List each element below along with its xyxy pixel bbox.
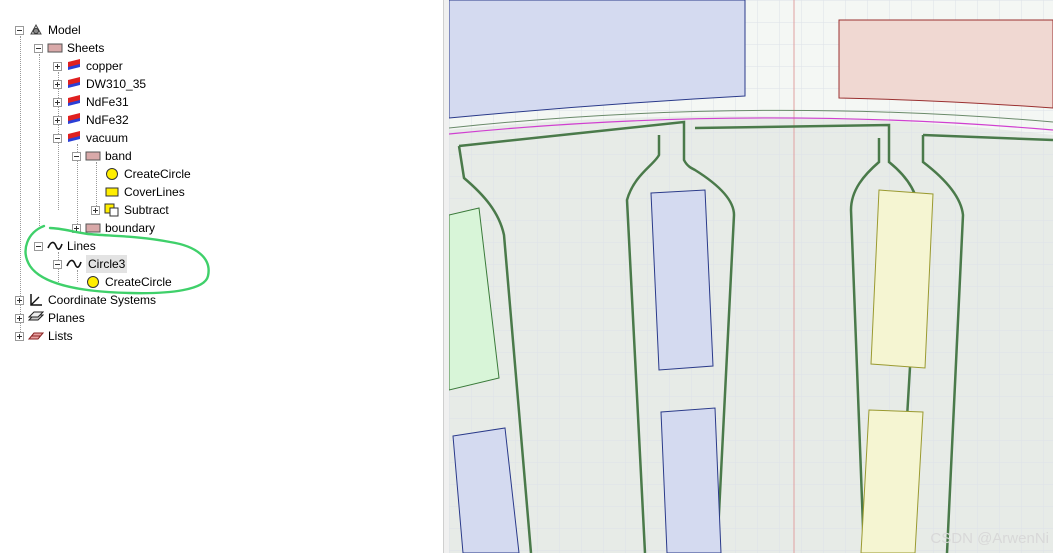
blue-coil xyxy=(650,189,714,371)
red-region xyxy=(838,19,1053,109)
watermark: CSDN @ArwenNi xyxy=(930,530,1049,547)
model-tree-panel: Model Sheets copper DW310_35 NdFe31 NdFe… xyxy=(0,0,443,553)
yellow-coil xyxy=(860,409,924,553)
model-viewport[interactable]: CSDN @ArwenNi xyxy=(449,0,1053,553)
geometry-canvas[interactable] xyxy=(449,0,1053,553)
annotation-highlight xyxy=(24,224,210,295)
yellow-coil xyxy=(870,189,934,369)
blue-coil xyxy=(660,407,722,553)
